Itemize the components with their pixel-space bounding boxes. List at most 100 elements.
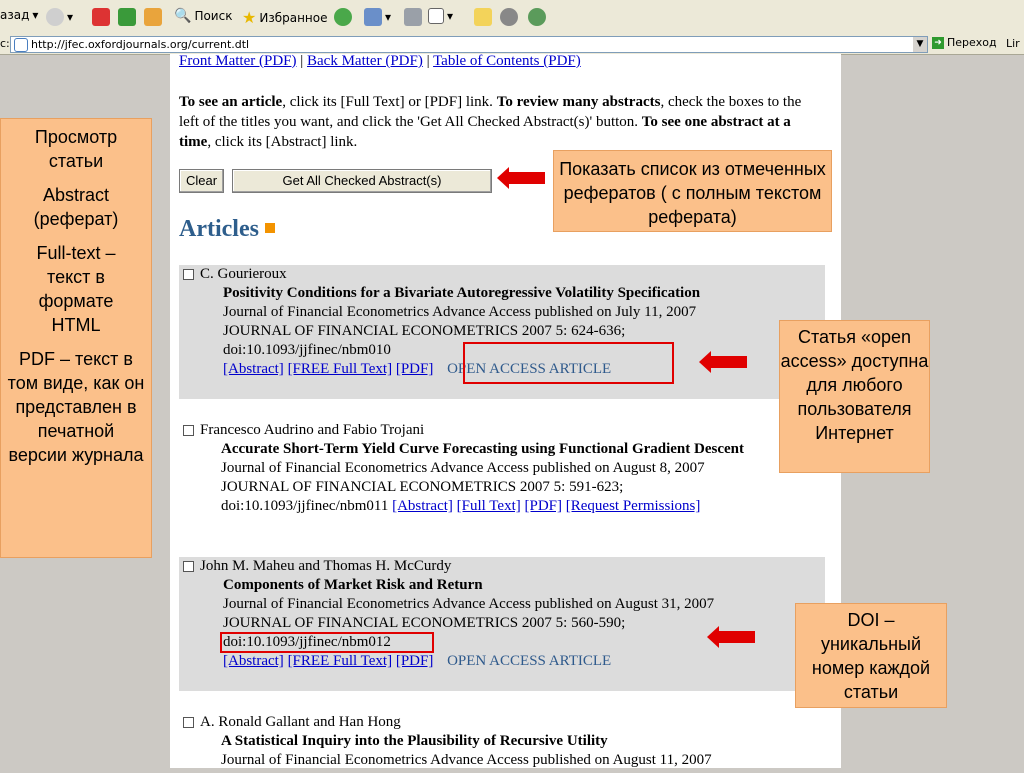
discuss-button[interactable]: [528, 8, 546, 26]
instr-text-1: , click its [Full Text] or [PDF] link.: [282, 94, 497, 110]
back-button[interactable]: азад ▾: [0, 8, 38, 22]
arrow-left-icon: [497, 167, 545, 189]
chevron-down-icon[interactable]: ▾: [32, 8, 38, 22]
abstract-link[interactable]: [Abstract]: [223, 653, 284, 669]
people-icon: [528, 8, 546, 26]
rss-icon[interactable]: [264, 223, 275, 234]
article-citation: JOURNAL OF FINANCIAL ECONOMETRICS 2007 5…: [221, 479, 624, 495]
article-doi: doi:10.1093/jjfinec/nbm011: [221, 498, 389, 514]
highlight-box-open-access: [463, 342, 674, 384]
instructions: To see an article, click its [Full Text]…: [179, 92, 804, 152]
article-title: A Statistical Inquiry into the Plausibil…: [221, 733, 608, 749]
home-button[interactable]: [144, 8, 162, 26]
refresh-button[interactable]: [118, 8, 136, 26]
search-label: Поиск: [194, 9, 233, 23]
full-text-link[interactable]: [FREE Full Text]: [288, 361, 393, 377]
back-matter-link[interactable]: Back Matter (PDF): [307, 53, 423, 69]
gear-icon: [500, 8, 518, 26]
browser-toolbar: азад ▾ ▾ 🔍 Поиск ★ Избранное ▾ ▾: [0, 0, 1024, 35]
article-row: Francesco Audrino and Fabio Trojani Accu…: [179, 421, 825, 541]
history-button[interactable]: ▾: [364, 8, 391, 26]
chevron-down-icon[interactable]: ▾: [447, 9, 453, 23]
chevron-down-icon[interactable]: ▾: [385, 10, 391, 24]
article-checkbox[interactable]: [183, 425, 194, 437]
clear-button[interactable]: Clear: [179, 169, 224, 193]
pdf-link[interactable]: [PDF]: [396, 653, 434, 669]
address-bar: с: http://jfec.oxfordjournals.org/curren…: [0, 34, 1024, 55]
article-authors: C. Gourieroux: [200, 266, 287, 282]
article-checkbox[interactable]: [183, 269, 194, 281]
address-input[interactable]: http://jfec.oxfordjournals.org/current.d…: [10, 36, 928, 53]
instr-text-3: , click its [Abstract] link.: [207, 134, 358, 150]
highlight-box-doi: [220, 632, 434, 653]
page-icon: [14, 38, 28, 52]
article-title: Components of Market Risk and Return: [223, 577, 483, 593]
article-row: John M. Maheu and Thomas H. McCurdy Comp…: [179, 557, 825, 691]
get-abstracts-button[interactable]: Get All Checked Abstract(s): [232, 169, 492, 193]
media-button[interactable]: [334, 8, 352, 26]
callout-checked-list: Показать список из отмеченных рефератов …: [553, 150, 832, 232]
links-label[interactable]: Lir: [1006, 37, 1020, 50]
article-title: Accurate Short-Term Yield Curve Forecast…: [221, 441, 745, 457]
callout-article-view: Просмотр статьи Abstract (реферат) Full-…: [0, 118, 152, 558]
edit-button[interactable]: ▾: [428, 8, 453, 24]
front-matter-link[interactable]: Front Matter (PDF): [179, 53, 297, 69]
star-icon: ★: [242, 8, 257, 27]
chevron-down-icon[interactable]: ▾: [67, 10, 73, 24]
stop-button[interactable]: [92, 8, 110, 26]
article-journal-line: Journal of Financial Econometrics Advanc…: [221, 460, 705, 476]
request-permissions-link[interactable]: [Request Permissions]: [566, 498, 701, 514]
instr-bold-1: To see an article: [179, 94, 283, 110]
abstract-link[interactable]: [Abstract]: [223, 361, 284, 377]
article-authors: John M. Maheu and Thomas H. McCurdy: [200, 558, 452, 574]
edit-icon: [428, 8, 444, 24]
callout-doi: DOI – уникальный номер каждой статьи: [795, 603, 947, 708]
favorites-label: Избранное: [259, 10, 328, 25]
folder-icon: [474, 8, 492, 26]
article-checkbox[interactable]: [183, 717, 194, 729]
callout-full-text: Full-text – текст в формате HTML: [36, 243, 116, 335]
top-navigation: Front Matter (PDF) | Back Matter (PDF) |…: [179, 53, 581, 69]
callout-abstract: Abstract (реферат): [33, 185, 119, 229]
open-access-label: OPEN ACCESS ARTICLE: [447, 653, 612, 669]
full-text-link[interactable]: [FREE Full Text]: [288, 653, 393, 669]
full-text-link[interactable]: [Full Text]: [457, 498, 521, 514]
pdf-link[interactable]: [PDF]: [396, 361, 434, 377]
messenger-button[interactable]: [500, 8, 518, 26]
toc-link[interactable]: Table of Contents (PDF): [433, 53, 581, 69]
callout-view-title: Просмотр статьи: [34, 127, 118, 171]
article-authors: Francesco Audrino and Fabio Trojani: [200, 422, 425, 438]
print-icon: [404, 8, 422, 26]
pdf-link[interactable]: [PDF]: [525, 498, 563, 514]
media-icon: [334, 8, 352, 26]
home-icon: [144, 8, 162, 26]
print-button[interactable]: [404, 8, 422, 26]
article-row: A. Ronald Gallant and Han Hong A Statist…: [179, 713, 825, 773]
instr-bold-2: To review many abstracts: [496, 94, 661, 110]
search-button[interactable]: 🔍 Поиск: [174, 8, 232, 24]
article-journal-line: Journal of Financial Econometrics Advanc…: [223, 596, 715, 612]
back-label: азад: [0, 8, 30, 22]
callout-pdf: PDF – текст в том виде, как он представл…: [7, 349, 145, 465]
go-label: Переход: [947, 36, 997, 49]
folder-button[interactable]: [474, 8, 492, 26]
arrow-left-icon: [699, 351, 747, 373]
refresh-icon: [118, 8, 136, 26]
article-title: Positivity Conditions for a Bivariate Au…: [223, 285, 701, 301]
address-dropdown-icon[interactable]: ▼: [913, 37, 927, 52]
address-prefix: с:: [0, 37, 10, 50]
go-button[interactable]: ➜ Переход: [932, 36, 997, 49]
history-icon: [364, 8, 382, 26]
article-journal-line: Journal of Financial Econometrics Advanc…: [221, 752, 712, 768]
article-checkbox[interactable]: [183, 561, 194, 573]
articles-heading-text: Articles: [179, 216, 259, 242]
abstract-link[interactable]: [Abstract]: [392, 498, 453, 514]
favorites-button[interactable]: ★ Избранное: [242, 8, 328, 27]
arrow-left-icon: [707, 626, 755, 648]
go-arrow-icon: ➜: [932, 36, 944, 49]
article-citation: JOURNAL OF FINANCIAL ECONOMETRICS 2007 5…: [223, 323, 626, 339]
forward-button[interactable]: ▾: [46, 8, 73, 26]
article-journal-line: Journal of Financial Econometrics Advanc…: [223, 304, 697, 320]
search-icon: 🔍: [174, 8, 192, 24]
callout-open-access: Статья «open access» доступна для любого…: [779, 320, 930, 473]
